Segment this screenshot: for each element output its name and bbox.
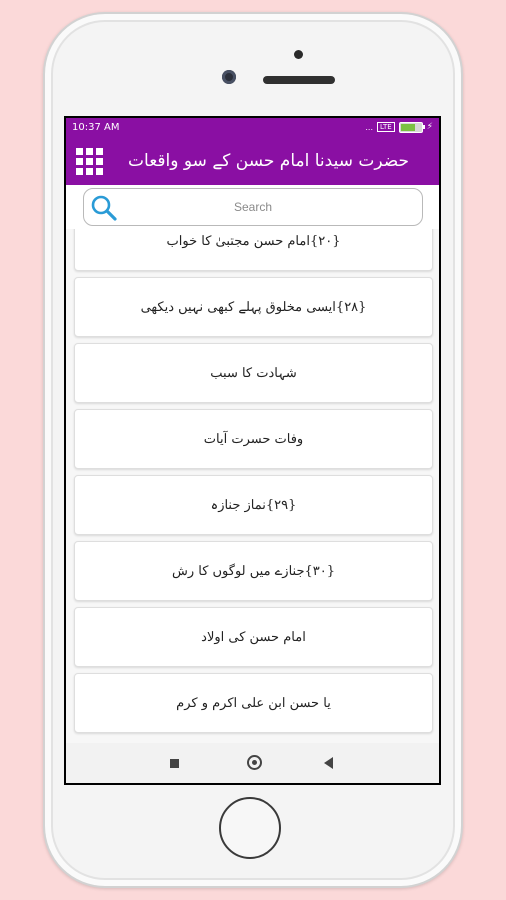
list-item[interactable]: یا حسن ابن علی اکرم و کرم [74,673,433,733]
phone-screen: 10:37 AM ... LTE ⚡ حضرت سیدنا امام حسن ک… [64,116,441,785]
app-title: حضرت سیدنا امام حسن کے سو واقعات [128,151,409,171]
sim-icon: LTE [377,122,395,132]
app-bar: حضرت سیدنا امام حسن کے سو واقعات [66,136,439,185]
android-nav-bar [66,743,439,783]
search-box[interactable] [83,188,423,226]
search-bar [66,185,439,229]
earpiece-speaker [263,76,335,84]
list-item[interactable]: {۲۸}ایسی مخلوق پہلے کبھی نہیں دیکھی [74,277,433,337]
front-camera [222,70,236,84]
battery-icon [398,121,425,133]
list-item[interactable]: امام حسن کی اولاد [74,607,433,667]
bolt-icon: ⚡ [426,122,433,132]
list-item-label: {۲۰}امام حسن مجتبیٰ کا خواب [166,233,341,249]
status-bar: 10:37 AM ... LTE ⚡ [66,118,439,136]
recents-square-icon[interactable] [170,759,179,768]
list-item-label: یا حسن ابن علی اکرم و کرم [176,695,331,711]
list-item-label: وفات حسرت آیات [203,431,304,447]
status-icons: ... LTE ⚡ [365,121,433,133]
status-time: 10:37 AM [72,121,120,133]
list-item[interactable]: وفات حسرت آیات [74,409,433,469]
home-circle-icon[interactable] [247,755,262,770]
list-item[interactable]: {۲۹}نماز جنازہ [74,475,433,535]
list-item-label: شہادت کا سبب [210,365,297,381]
list-item[interactable]: {۳۰}جنازے میں لوگوں کا رش [74,541,433,601]
chapter-list: {۲۰}امام حسن مجتبیٰ کا خواب {۲۸}ایسی مخلو… [66,229,439,743]
list-item-label: {۲۸}ایسی مخلوق پہلے کبھی نہیں دیکھی [140,299,367,315]
list-item-label: {۳۰}جنازے میں لوگوں کا رش [171,563,336,579]
physical-home-button[interactable] [219,797,281,859]
signal-dots: ... [365,122,374,132]
grid-menu-icon[interactable] [76,148,103,175]
list-item[interactable]: شہادت کا سبب [74,343,433,403]
back-triangle-icon[interactable] [324,757,333,769]
search-icon[interactable] [90,194,118,222]
list-item-label: امام حسن کی اولاد [201,629,306,645]
list-item-label: {۲۹}نماز جنازہ [210,497,297,513]
list-item[interactable]: {۲۰}امام حسن مجتبیٰ کا خواب [74,229,433,271]
proximity-sensor [294,50,303,59]
search-input[interactable] [84,199,422,215]
